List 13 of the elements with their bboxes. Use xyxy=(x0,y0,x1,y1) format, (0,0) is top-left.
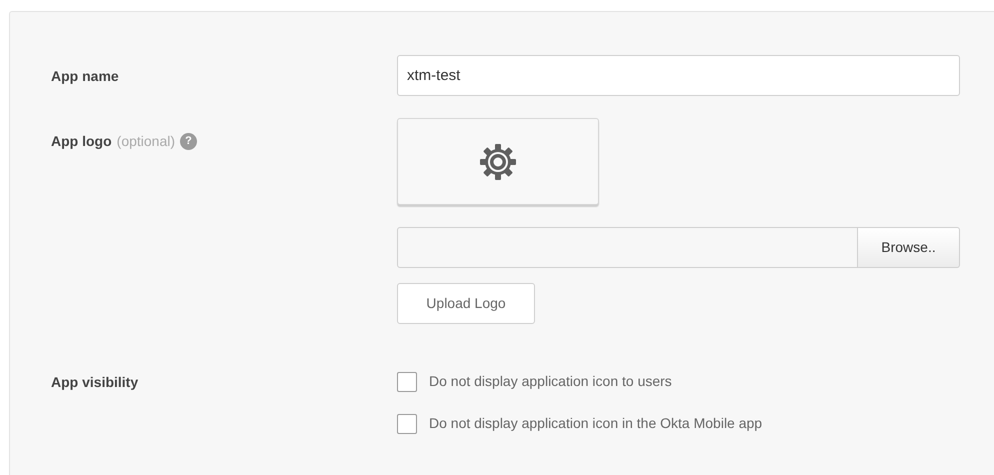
checkbox-label: Do not display application icon to users xyxy=(429,372,672,391)
file-path-field[interactable] xyxy=(397,227,858,268)
field-label: App logo xyxy=(51,132,112,151)
app-name-field[interactable]: xtm-test xyxy=(397,55,960,96)
checkbox-label: Do not display application icon in the Okta Mobile app xyxy=(429,414,762,433)
optional-hint: (optional) xyxy=(116,132,176,151)
field-label: App visibility xyxy=(51,374,138,390)
checkbox[interactable] xyxy=(397,414,417,434)
checkbox[interactable] xyxy=(397,372,417,392)
field-label: App name xyxy=(51,68,119,84)
browse-button[interactable]: Browse.. xyxy=(858,227,960,268)
gear-icon xyxy=(478,142,518,182)
upload-logo-button[interactable]: Upload Logo xyxy=(397,283,535,324)
